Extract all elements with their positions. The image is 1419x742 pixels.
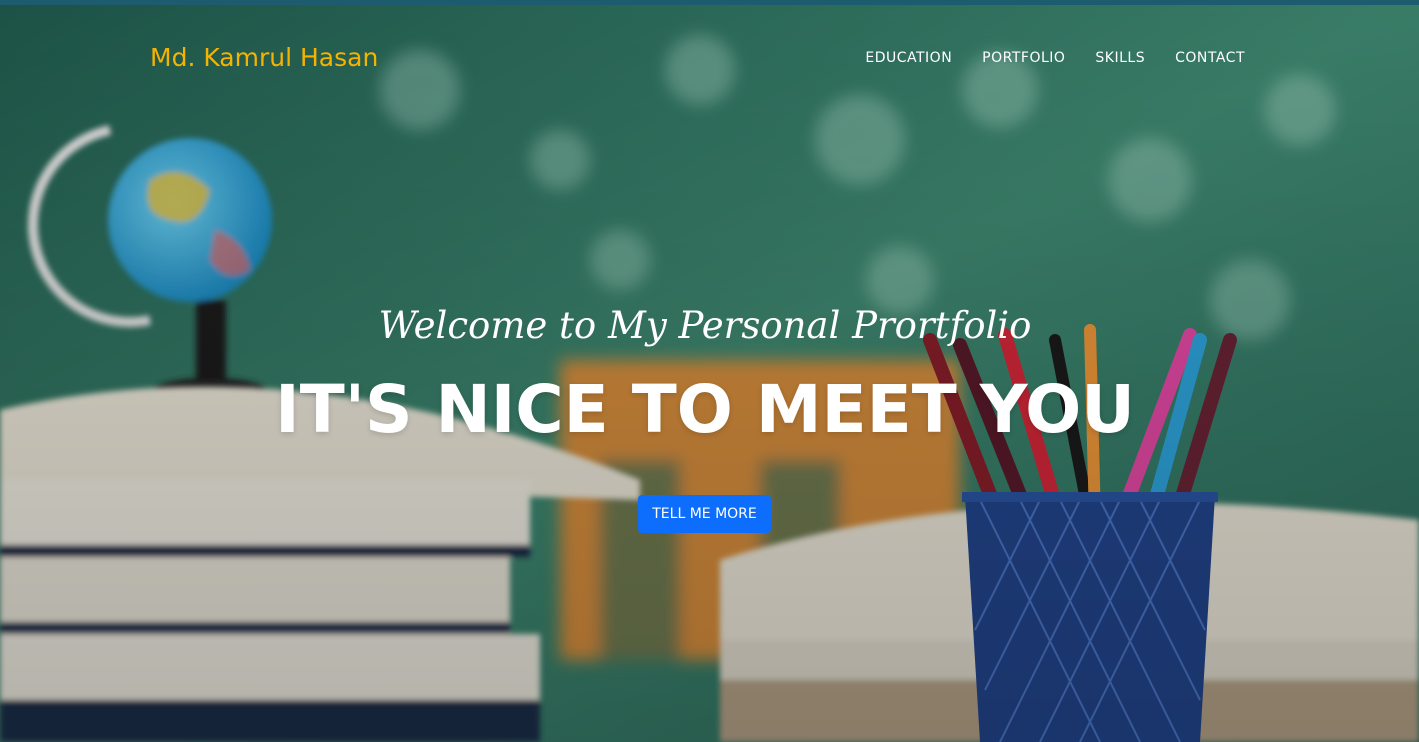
brand-logo-text[interactable]: Md. Kamrul Hasan <box>150 43 378 73</box>
navbar: Md. Kamrul Hasan EDUCATION PORTFOLIO SKI… <box>0 5 1419 105</box>
hero-subtitle: Welcome to My Personal Prortfolio <box>378 304 1032 347</box>
nav-item-contact[interactable]: CONTACT <box>1175 49 1245 67</box>
nav-item-education[interactable]: EDUCATION <box>865 49 952 67</box>
tell-me-more-button[interactable]: TELL ME MORE <box>638 495 771 533</box>
hero-section: Welcome to My Personal Prortfolio IT'S N… <box>0 0 1419 742</box>
hero-title: IT'S NICE TO MEET YOU <box>275 371 1135 448</box>
page: Md. Kamrul Hasan EDUCATION PORTFOLIO SKI… <box>0 0 1419 742</box>
nav-item-skills[interactable]: SKILLS <box>1095 49 1145 67</box>
nav-menu: EDUCATION PORTFOLIO SKILLS CONTACT <box>865 49 1245 67</box>
nav-item-portfolio[interactable]: PORTFOLIO <box>982 49 1065 67</box>
